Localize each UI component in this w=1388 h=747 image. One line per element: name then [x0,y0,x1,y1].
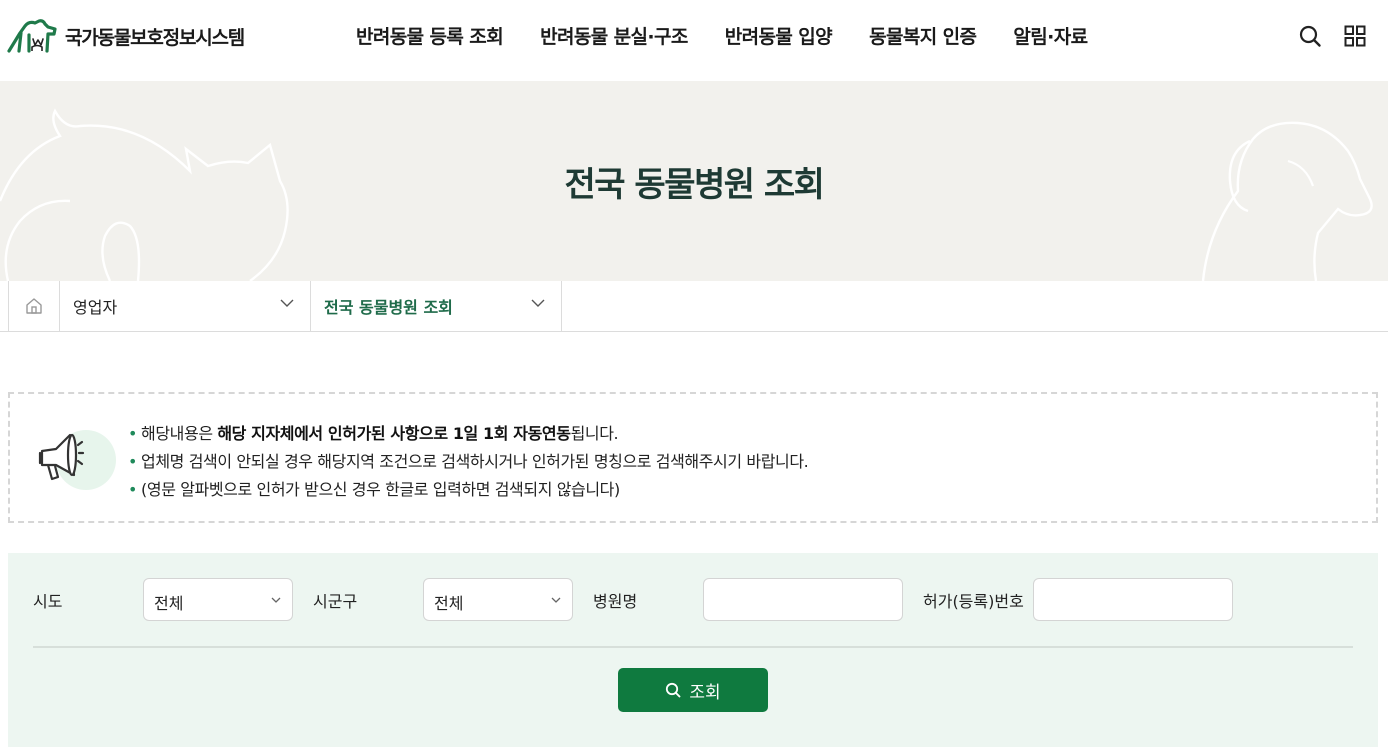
breadcrumb-select-level2[interactable]: 전국 동물병원 조회 [311,281,562,331]
nav-item-adoption[interactable]: 반려동물 입양 [725,22,833,49]
site-logo[interactable]: 국가동물보호정보시스템 [7,17,245,55]
notice-item: • (영문 알파벳으로 인허가 받으신 경우 한글로 입력하면 검색되지 않습니다… [128,480,620,499]
logo-text: 국가동물보호정보시스템 [65,26,245,49]
chevron-down-icon [531,299,545,307]
site-header: 국가동물보호정보시스템 반려동물 등록 조회 반려동물 분실·구조 반려동물 입… [0,0,1388,81]
chevron-down-icon [271,597,281,603]
hospital-name-input[interactable] [703,578,903,621]
sido-select[interactable]: 전체 [143,578,293,621]
page-title: 전국 동물병원 조회 [564,165,825,205]
notice-list: • 해당내용은 해당 지자체에서 인허가된 사항으로 1일 1회 자동연동됩니다.… [128,420,809,504]
breadcrumb: 영업자 전국 동물병원 조회 [0,281,1388,332]
hospital-name-label: 병원명 [593,592,638,611]
breadcrumb-level2-label: 전국 동물병원 조회 [324,298,453,317]
logo-icon [7,19,57,53]
main-nav: 반려동물 등록 조회 반려동물 분실·구조 반려동물 입양 동물복지 인증 알림… [356,22,1125,49]
breadcrumb-select-level1[interactable]: 영업자 [60,281,311,331]
search-submit-button[interactable]: 조회 [618,668,768,712]
nav-item-lost-rescue[interactable]: 반려동물 분실·구조 [540,22,688,49]
notice-box: • 해당내용은 해당 지자체에서 인허가된 사항으로 1일 1회 자동연동됩니다.… [8,392,1378,523]
home-icon[interactable] [8,281,60,331]
nav-item-pet-registration[interactable]: 반려동물 등록 조회 [356,22,504,49]
breadcrumb-level1-label: 영업자 [73,298,118,317]
divider [33,646,1353,648]
license-number-label: 허가(등록)번호 [923,592,1024,611]
chevron-down-icon [280,299,294,307]
search-submit-label: 조회 [689,682,721,703]
notice-item: • 업체명 검색이 안되실 경우 해당지역 조건으로 검색하시거나 인허가된 명칭… [128,452,809,471]
license-number-input[interactable] [1033,578,1233,621]
search-icon[interactable] [1298,24,1322,48]
sigungu-label: 시군구 [313,592,358,611]
notice-item: • 해당내용은 해당 지자체에서 인허가된 사항으로 1일 1회 자동연동됩니다. [128,424,619,443]
nav-item-welfare-cert[interactable]: 동물복지 인증 [869,22,977,49]
grid-menu-icon[interactable] [1343,24,1367,48]
sigungu-select[interactable]: 전체 [423,578,573,621]
sido-select-value: 전체 [154,594,184,613]
search-icon [666,682,681,698]
nav-item-notice-data[interactable]: 알림·자료 [1013,22,1088,49]
page-banner: 전국 동물병원 조회 [0,81,1388,281]
megaphone-icon [32,427,116,490]
search-form: 시도 전체 시군구 전체 병원명 허가(등록)번호 조회 [8,553,1378,747]
sigungu-select-value: 전체 [434,594,464,613]
sido-label: 시도 [33,592,63,611]
chevron-down-icon [551,597,561,603]
